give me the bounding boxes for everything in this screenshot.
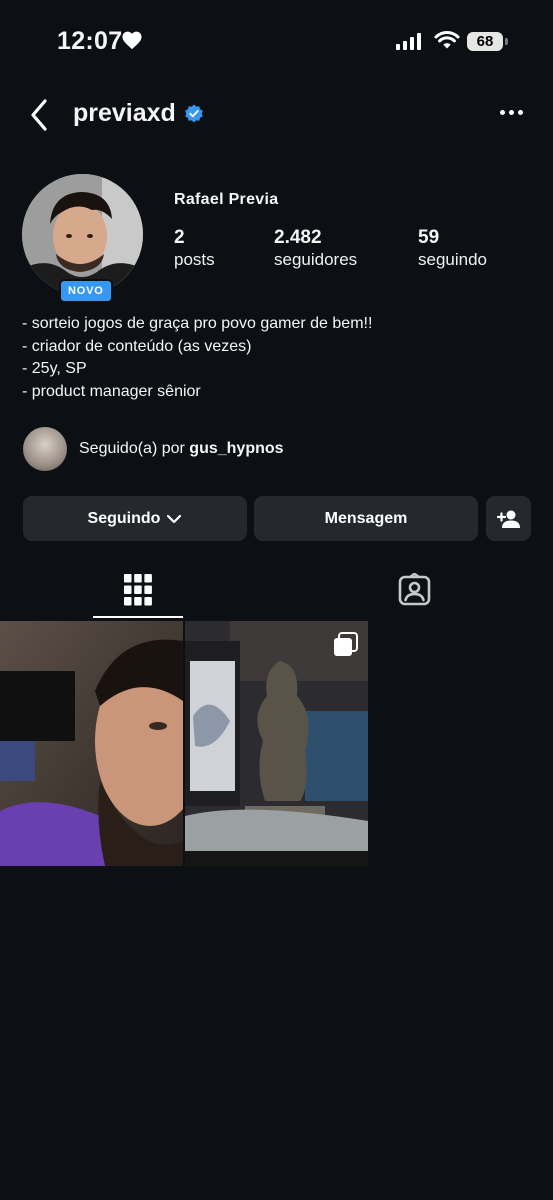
message-button[interactable]: Mensagem [254, 496, 478, 541]
profile-full-name: Rafael Previa [174, 191, 279, 208]
battery-indicator: 68 [467, 32, 503, 51]
followed-by-username[interactable]: gus_hypnos [189, 440, 283, 457]
battery-tip [505, 38, 508, 45]
following-count[interactable]: 59 [418, 227, 439, 249]
more-options-icon[interactable] [500, 110, 523, 115]
add-person-icon [496, 510, 520, 528]
suggest-people-button[interactable] [486, 496, 531, 541]
followed-by-prefix: Seguido(a) por [79, 440, 185, 457]
profile-username: previaxd [73, 99, 176, 127]
post-thumbnail[interactable] [0, 621, 183, 866]
carousel-icon [334, 632, 358, 656]
verified-badge-icon [185, 104, 203, 123]
post-thumbnail[interactable] [185, 621, 368, 866]
profile-avatar[interactable] [22, 174, 143, 295]
profile-bio: - sorteio jogos de graça pro povo gamer … [22, 313, 372, 403]
followers-count[interactable]: 2.482 [274, 227, 322, 249]
grid-tab-icon[interactable] [124, 574, 152, 606]
new-badge: NOVO [59, 279, 113, 303]
cellular-signal-icon [396, 32, 421, 50]
active-tab-indicator [93, 616, 183, 618]
status-time: 12:07 [57, 27, 123, 55]
chevron-down-icon [167, 514, 182, 523]
message-button-label: Mensagem [324, 509, 408, 527]
followers-label[interactable]: seguidores [274, 250, 357, 270]
following-button[interactable]: Seguindo [23, 496, 247, 541]
tagged-photos-tab-icon[interactable] [398, 573, 431, 606]
bio-line: - criador de conteúdo (as vezes) [22, 337, 252, 355]
bio-line: - 25y, SP [22, 360, 87, 377]
mutual-follower-avatar[interactable] [23, 427, 67, 471]
back-arrow-icon[interactable] [28, 98, 50, 132]
wifi-icon [434, 30, 460, 49]
bio-line: - sorteio jogos de graça pro povo gamer … [22, 315, 373, 332]
followed-by-text[interactable]: Seguido(a) por gus_hypnos [79, 440, 284, 458]
heart-icon [122, 31, 142, 50]
posts-label: posts [174, 250, 215, 269]
bio-line: - product manager sênior [22, 382, 201, 400]
following-button-label: Seguindo [87, 509, 161, 527]
following-label[interactable]: seguindo [418, 250, 487, 270]
posts-count: 2 [174, 227, 185, 248]
